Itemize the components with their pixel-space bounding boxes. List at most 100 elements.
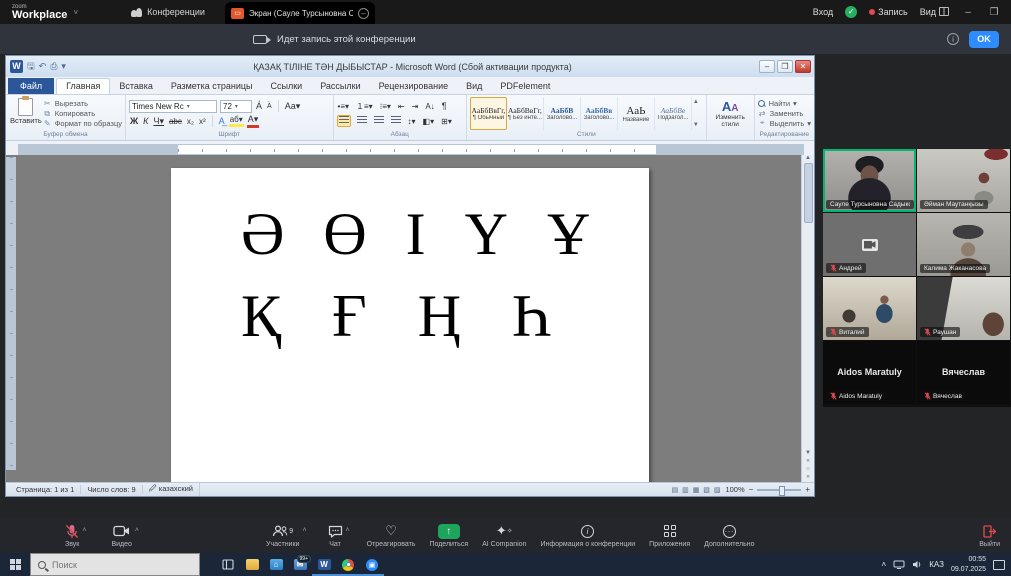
previous-page-icon[interactable]: «	[805, 458, 811, 464]
print-icon[interactable]: ⎙	[50, 61, 57, 72]
undo-icon[interactable]: ↶	[39, 61, 47, 72]
select-button[interactable]: ⌖Выделить ▾	[758, 118, 811, 128]
share-screen-button[interactable]: ↑ Поделиться	[422, 518, 475, 553]
shading-icon[interactable]: ◧▾	[422, 117, 436, 126]
horizontal-ruler[interactable]	[18, 144, 804, 155]
participant-tile[interactable]: Aidos Maratuly Aidos Maratuly	[823, 341, 916, 404]
zoom-level[interactable]: 100%	[725, 485, 744, 494]
ribbon-tab-pdfelement[interactable]: PDFelement	[491, 79, 559, 94]
video-options-chevron[interactable]: ˄	[135, 527, 139, 534]
apps-button[interactable]: Приложения	[642, 518, 697, 553]
subscript-icon[interactable]: х₂	[186, 117, 195, 126]
bullet-list-icon[interactable]: •≡▾	[337, 102, 350, 111]
participant-tile[interactable]: Вячеслав Вячеслав	[917, 341, 1010, 404]
participant-tile[interactable]: Виталий	[823, 277, 916, 340]
video-button[interactable]: Видео	[104, 518, 138, 553]
style-no-spacing[interactable]: АаБбВвГг, ¶ Без инте...	[507, 97, 544, 130]
bold-icon[interactable]: Ж	[129, 116, 139, 126]
meeting-info-button[interactable]: i Информация о конференции	[533, 518, 642, 553]
audio-options-chevron[interactable]: ˄	[82, 527, 86, 534]
style-normal[interactable]: АаБбВвГг, ¶ Обычный	[470, 97, 507, 130]
page-count[interactable]: Страница: 1 из 1	[10, 485, 81, 494]
chat-button[interactable]: Чат	[321, 518, 350, 553]
view-button[interactable]: Вид	[920, 7, 949, 17]
minimize-button[interactable]: –	[961, 7, 975, 18]
ok-button[interactable]: OK	[969, 31, 999, 48]
font-family-combo[interactable]: Times New Rc▾	[129, 100, 217, 113]
zoom-out-icon[interactable]: −	[749, 485, 754, 494]
word-maximize-button[interactable]: ❐	[777, 60, 793, 73]
zoom-slider[interactable]	[757, 489, 801, 491]
mail-button[interactable]: ✉ 99+	[288, 553, 312, 576]
word-count[interactable]: Число слов: 9	[81, 485, 142, 494]
style-subtitle[interactable]: АаБбВв Подзагол...	[655, 97, 692, 130]
align-left-icon[interactable]	[337, 115, 351, 127]
file-explorer-button[interactable]	[240, 553, 264, 576]
style-heading1[interactable]: АаБбВ Заголово...	[544, 97, 581, 130]
line-spacing-icon[interactable]: ↕▾	[407, 117, 417, 126]
zoom-in-icon[interactable]: +	[805, 485, 810, 494]
ribbon-tab-review[interactable]: Рецензирование	[370, 79, 458, 94]
superscript-icon[interactable]: х²	[198, 117, 207, 126]
align-center-icon[interactable]	[356, 116, 368, 126]
word-taskbar-button[interactable]: W	[312, 553, 336, 576]
participant-tile[interactable]: Әйман Маутанқызы	[917, 149, 1010, 212]
paste-button[interactable]: Вставить	[9, 97, 43, 130]
zoom-taskbar-button[interactable]: ▣	[360, 553, 384, 576]
format-painter-button[interactable]: ✎Формат по образцу	[43, 119, 122, 128]
change-styles-button[interactable]: Изменить стили	[710, 114, 751, 129]
sort-icon[interactable]: А↓	[424, 102, 435, 111]
style-heading2[interactable]: АаБбВв Заголово...	[581, 97, 618, 130]
highlight-color-icon[interactable]: аб▾	[229, 115, 244, 127]
shrink-font-icon[interactable]: А̀	[266, 103, 273, 110]
style-title[interactable]: АаЬ Название	[618, 97, 655, 130]
align-right-icon[interactable]	[373, 116, 385, 126]
ai-companion-button[interactable]: ✦✧ AI Companion	[475, 518, 533, 553]
language-indicator[interactable]: КАЗ	[929, 560, 944, 569]
select-browse-icon[interactable]: ○	[805, 466, 811, 472]
leave-button[interactable]: Выйти	[972, 518, 1007, 553]
text-effects-icon[interactable]: А̲	[218, 116, 226, 126]
save-icon[interactable]: 🖫	[27, 59, 35, 75]
speaker-icon[interactable]	[912, 560, 922, 569]
scrollbar-thumb[interactable]	[804, 163, 813, 223]
copy-button[interactable]: ⧉Копировать	[43, 109, 122, 119]
notification-center-icon[interactable]	[993, 560, 1005, 570]
participants-button[interactable]: 9 Участники	[259, 518, 306, 553]
tab-meetings[interactable]: Конференции	[130, 7, 205, 17]
more-button[interactable]: ··· Дополнительно	[697, 518, 761, 553]
ribbon-tab-page-layout[interactable]: Разметка страницы	[162, 79, 262, 94]
numbered-list-icon[interactable]: １≡▾	[355, 101, 374, 112]
ribbon-tab-mailings[interactable]: Рассылки	[311, 79, 369, 94]
display-icon[interactable]	[893, 560, 905, 569]
clock[interactable]: 00:55 09.07.2025	[951, 555, 986, 573]
ribbon-tab-file[interactable]: Файл	[8, 78, 54, 94]
cut-button[interactable]: ✂Вырезать	[43, 99, 122, 108]
start-button[interactable]	[0, 553, 30, 576]
participants-chevron[interactable]: ˄	[302, 527, 306, 534]
workspace-chevron-icon[interactable]: ˅	[73, 8, 78, 17]
security-shield-icon[interactable]: ✓	[845, 6, 857, 18]
strikethrough-icon[interactable]: abc	[168, 117, 183, 126]
task-view-button[interactable]	[216, 553, 240, 576]
chat-chevron[interactable]: ˄	[346, 527, 350, 534]
word-close-button[interactable]: ✕	[795, 60, 811, 73]
italic-icon[interactable]: К	[142, 116, 149, 126]
taskbar-search[interactable]	[30, 553, 200, 576]
increase-indent-icon[interactable]: ⇥	[411, 102, 420, 111]
participant-tile[interactable]: Сауле Турсыновна Садыкова	[823, 149, 916, 212]
participant-tile[interactable]: Раушан	[917, 277, 1010, 340]
vertical-ruler[interactable]	[6, 157, 16, 470]
info-icon[interactable]: i	[947, 33, 959, 45]
change-case-icon[interactable]: Аа▾	[284, 101, 302, 112]
font-color-icon[interactable]: А▾	[247, 114, 260, 128]
vertical-scrollbar[interactable]: ▲ ▼ « ○ »	[801, 155, 814, 482]
signin-link[interactable]: Вход	[813, 7, 833, 17]
next-page-icon[interactable]: »	[805, 474, 811, 480]
styles-gallery-scroll[interactable]: ▲▼	[692, 97, 700, 130]
view-mode-icons[interactable]: ▤ ▥ ▦ ▧ ▨	[672, 486, 722, 494]
pilcrow-icon[interactable]: ¶	[441, 101, 448, 111]
search-input[interactable]	[52, 560, 172, 570]
ribbon-tab-view[interactable]: Вид	[457, 79, 491, 94]
document-area[interactable]: Ә Ө І Ү Ұ Қ Ғ Ң Һ ▲ ▼ « ○ »	[6, 155, 814, 482]
